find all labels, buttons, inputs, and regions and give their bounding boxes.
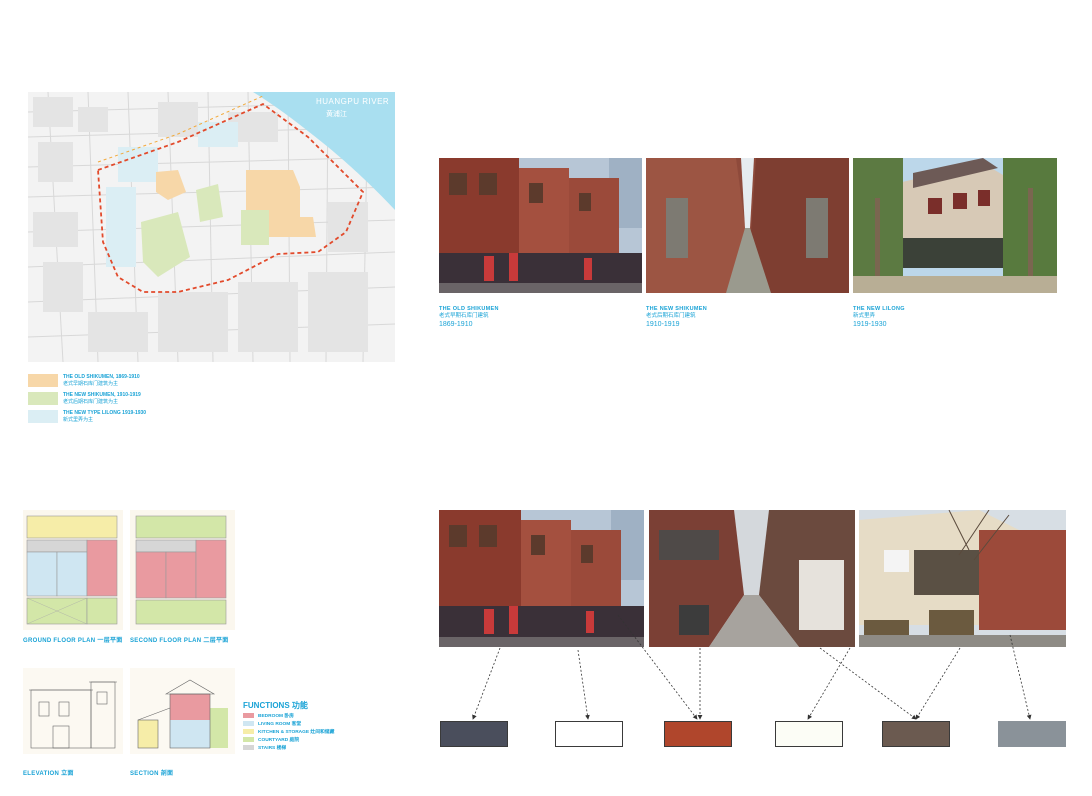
color-swatch-grey [998, 721, 1066, 747]
color-swatch-brown [882, 721, 950, 747]
color-swatch-slate [440, 721, 508, 747]
color-swatch-white [555, 721, 623, 747]
color-swatch-cream [775, 721, 843, 747]
color-pointer-arrows [472, 614, 1032, 720]
color-swatch-brick-red [664, 721, 732, 747]
